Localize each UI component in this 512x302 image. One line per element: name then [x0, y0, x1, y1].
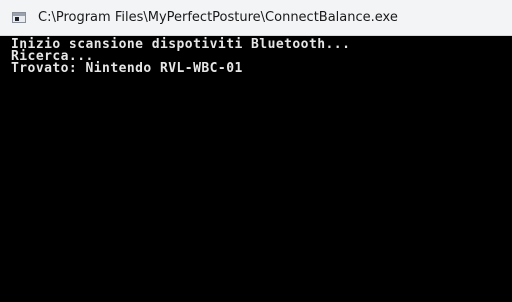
title-bar[interactable]: C:\Program Files\MyPerfectPosture\Connec… — [0, 0, 512, 36]
console-window: C:\Program Files\MyPerfectPosture\Connec… — [0, 0, 512, 302]
console-app-icon[interactable] — [12, 12, 26, 23]
app-icon-bar — [13, 13, 25, 16]
window-title: C:\Program Files\MyPerfectPosture\Connec… — [38, 10, 398, 25]
console-output[interactable]: Inizio scansione dispotiviti Bluetooth..… — [0, 36, 512, 302]
app-icon-screen — [15, 17, 19, 21]
console-line: Trovato: Nintendo RVL-WBC-01 — [11, 61, 243, 76]
